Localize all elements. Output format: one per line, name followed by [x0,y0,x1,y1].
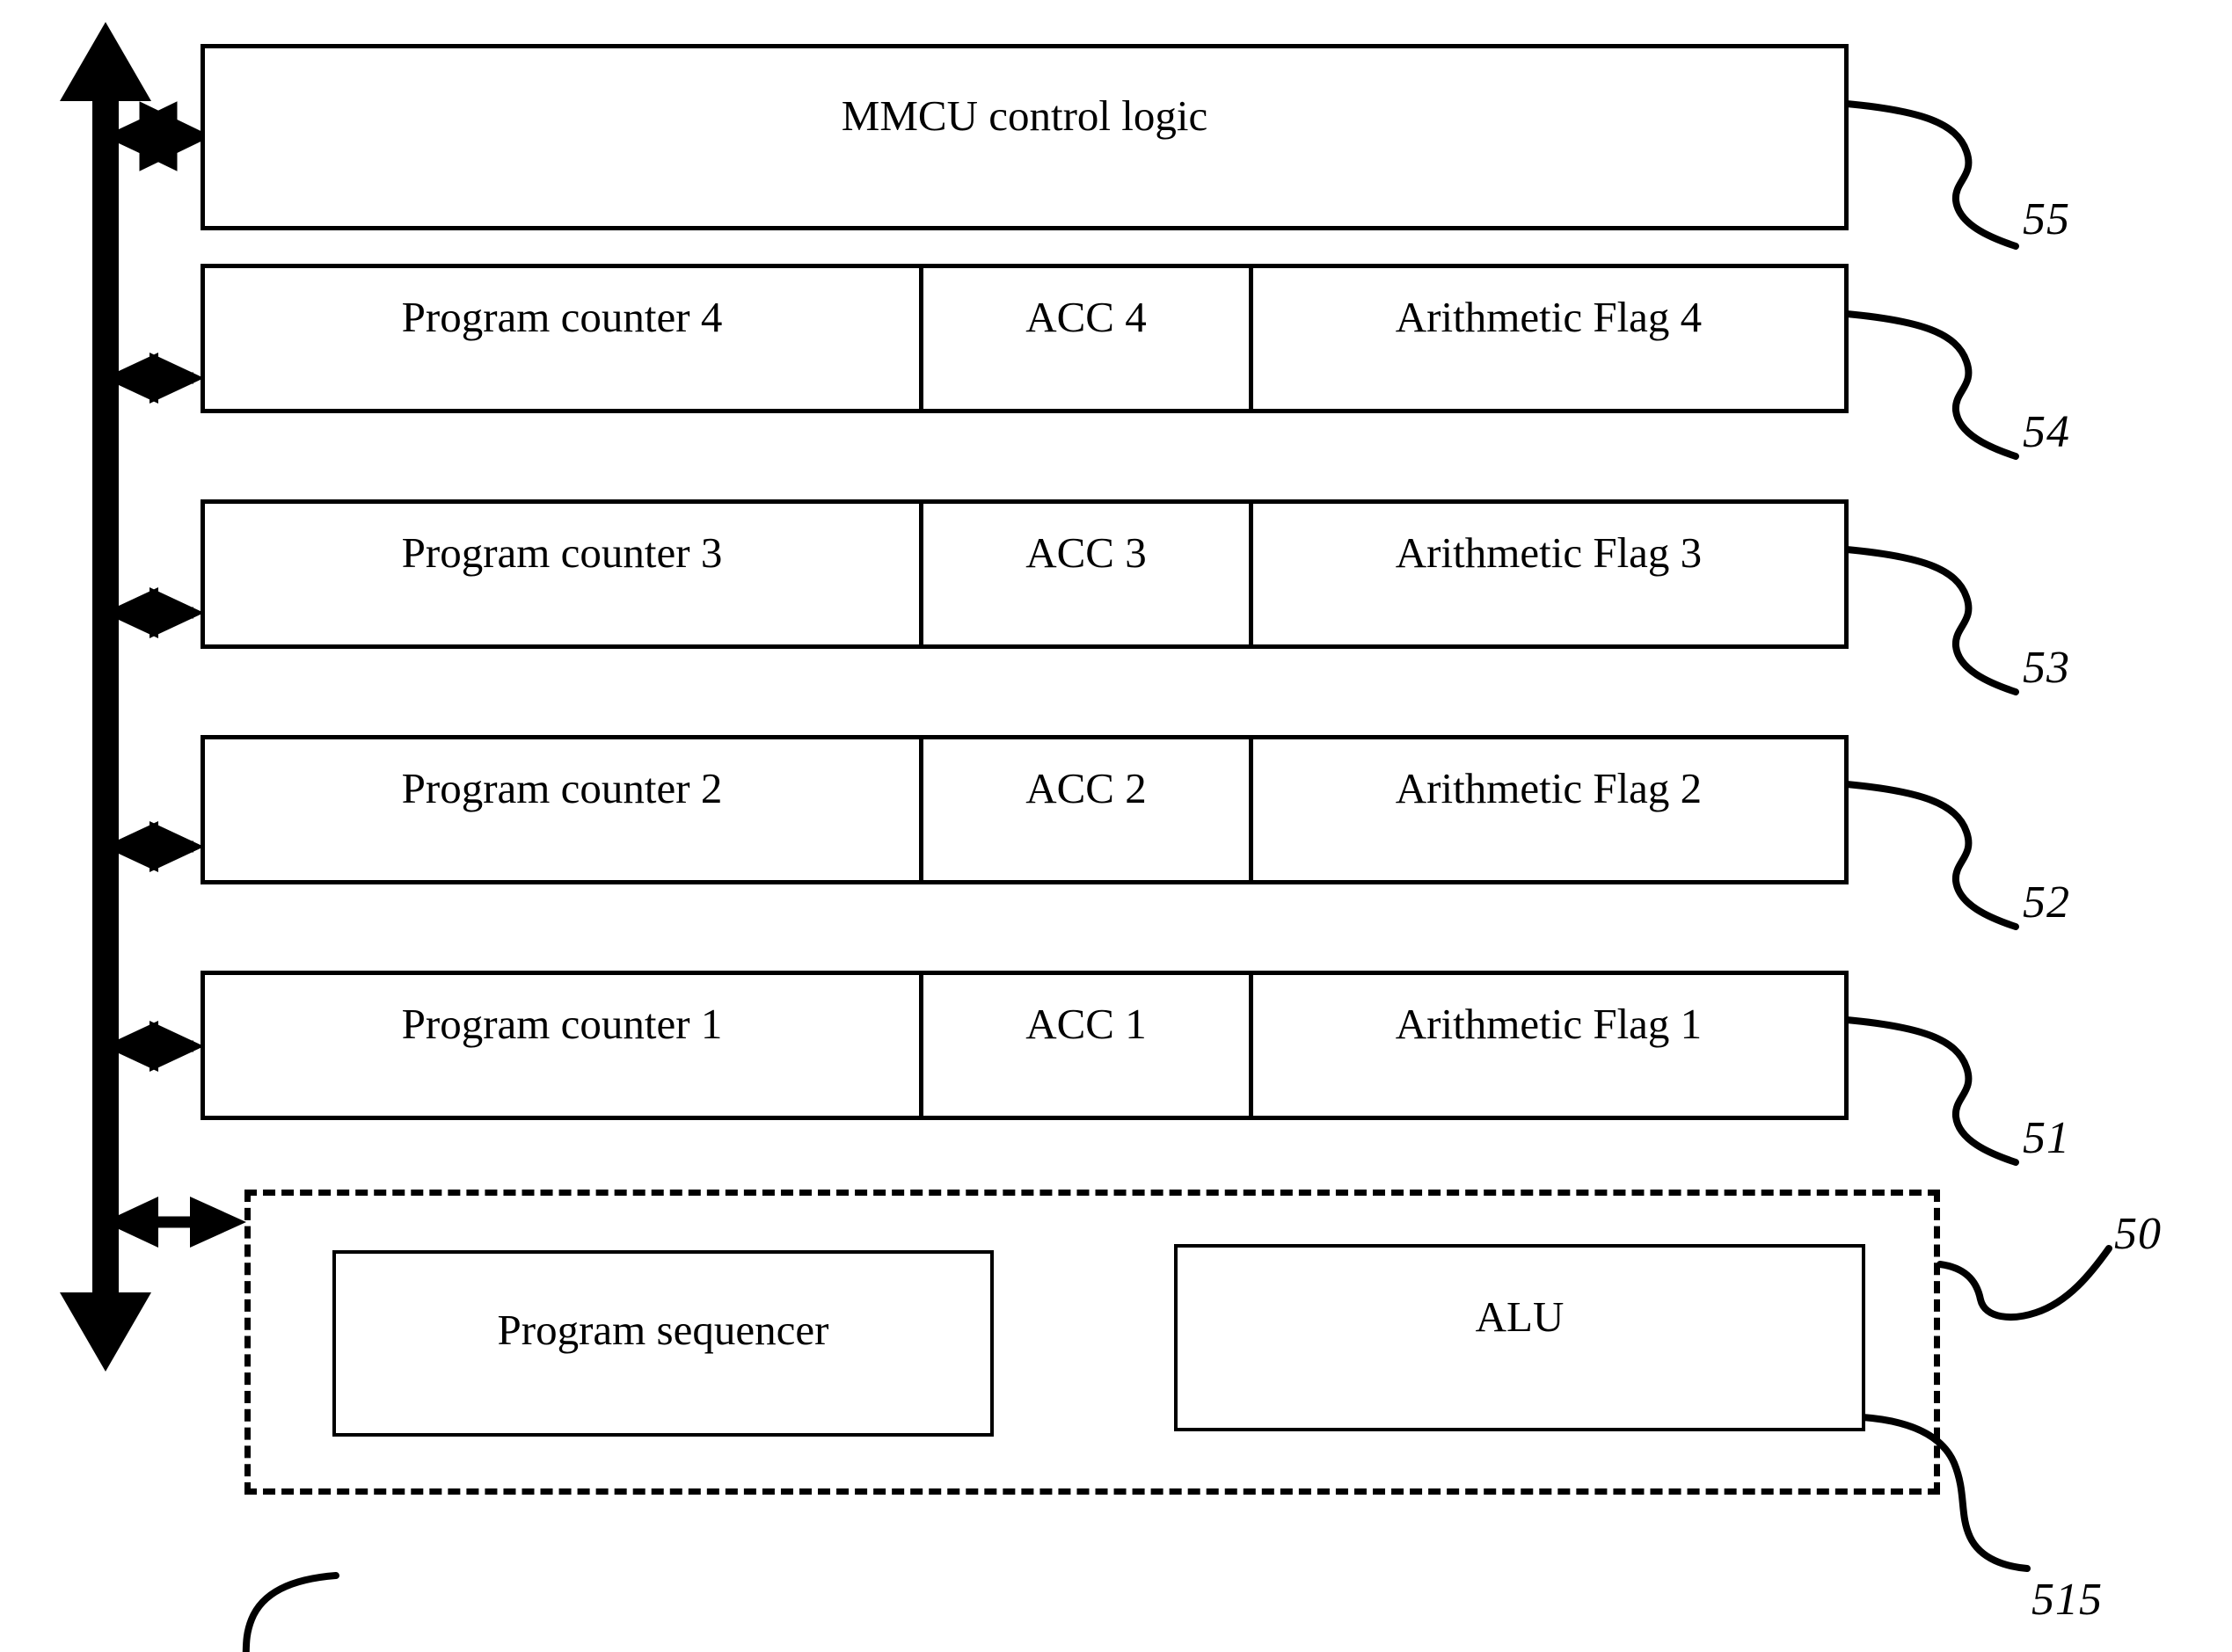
program-counter-1-cell: Program counter 1 [205,975,919,1116]
arithmetic-flag-4-cell: Arithmetic Flag 4 [1249,268,1844,409]
register-row-3[interactable]: Program counter 3 ACC 3 Arithmetic Flag … [201,499,1849,649]
program-counter-3-label: Program counter 3 [401,528,723,577]
program-counter-1-label: Program counter 1 [401,1000,723,1048]
program-sequencer-block[interactable]: Program sequencer [332,1250,994,1437]
program-counter-2-label: Program counter 2 [401,764,723,812]
arithmetic-flag-2-label: Arithmetic Flag 2 [1395,764,1703,812]
acc-2-cell: ACC 2 [919,739,1249,880]
acc-3-cell: ACC 3 [919,504,1249,644]
register-row-2[interactable]: Program counter 2 ACC 2 Arithmetic Flag … [201,735,1849,884]
arithmetic-flag-4-label: Arithmetic Flag 4 [1395,293,1703,341]
ref-numeral-54: 54 [2023,407,2070,457]
arithmetic-flag-3-cell: Arithmetic Flag 3 [1249,504,1844,644]
arithmetic-flag-1-cell: Arithmetic Flag 1 [1249,975,1844,1116]
arithmetic-flag-3-label: Arithmetic Flag 3 [1395,528,1703,577]
ref-numeral-53: 53 [2023,643,2070,693]
alu-label: ALU [1475,1292,1565,1341]
arithmetic-flag-1-label: Arithmetic Flag 1 [1395,1000,1703,1048]
program-counter-4-label: Program counter 4 [401,293,723,341]
ref-numeral-515: 515 [2031,1575,2103,1625]
program-counter-2-cell: Program counter 2 [205,739,919,880]
acc-3-label: ACC 3 [1025,528,1147,577]
acc-2-label: ACC 2 [1025,764,1147,812]
alu-block[interactable]: ALU [1174,1244,1865,1431]
ref-numeral-55: 55 [2023,194,2070,244]
arithmetic-flag-2-cell: Arithmetic Flag 2 [1249,739,1844,880]
ref-numeral-52: 52 [2023,877,2070,928]
acc-4-cell: ACC 4 [919,268,1249,409]
ref-numeral-51: 51 [2023,1113,2070,1163]
acc-4-label: ACC 4 [1025,293,1147,341]
program-counter-4-cell: Program counter 4 [205,268,919,409]
register-row-4[interactable]: Program counter 4 ACC 4 Arithmetic Flag … [201,264,1849,413]
system-bus-arrow [60,22,151,1372]
program-counter-3-cell: Program counter 3 [205,504,919,644]
acc-1-cell: ACC 1 [919,975,1249,1116]
mmcu-control-logic-block[interactable]: MMCU control logic [201,44,1849,230]
register-row-1[interactable]: Program counter 1 ACC 1 Arithmetic Flag … [201,971,1849,1120]
figure-canvas: MMCU control logic Program counter 4 ACC… [0,0,2232,1652]
ref-numeral-50: 50 [2114,1209,2162,1259]
mmcu-control-logic-label: MMCU control logic [841,91,1208,140]
acc-1-label: ACC 1 [1025,1000,1147,1048]
program-sequencer-label: Program sequencer [497,1306,829,1354]
